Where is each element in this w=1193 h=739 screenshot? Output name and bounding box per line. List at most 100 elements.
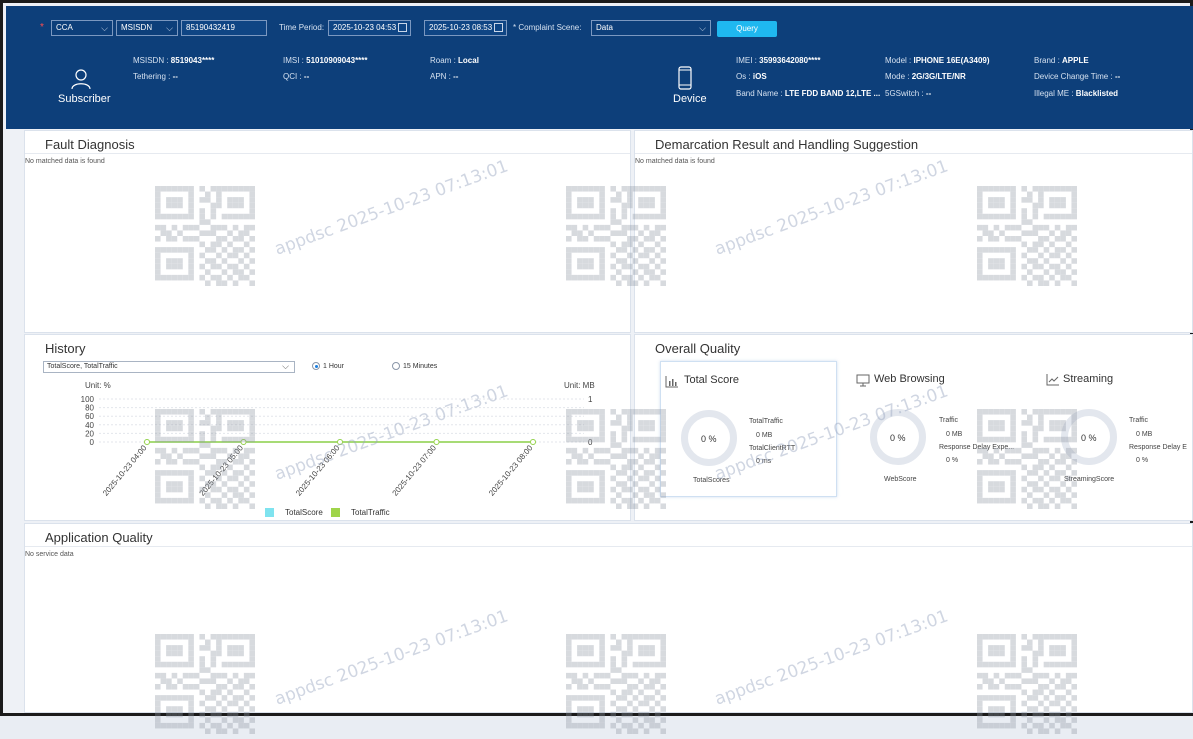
panel-title: Overall Quality xyxy=(655,341,741,356)
field-key: Brand xyxy=(1034,56,1056,65)
user-icon xyxy=(71,69,91,90)
metric-label: Response Delay E xyxy=(1129,444,1187,451)
card-title: Total Score xyxy=(684,374,740,386)
id-type-select[interactable]: MSISDN ⌵ xyxy=(116,20,178,36)
imsi-field: IMSI : 51010909043**** xyxy=(283,56,368,65)
qr-watermark xyxy=(155,409,255,509)
imei-field: IMEI : 35993642080**** xyxy=(736,56,821,65)
field-value: 2G/3G/LTE/NR xyxy=(911,72,966,81)
field-key: QCI xyxy=(283,72,298,81)
calendar-icon[interactable] xyxy=(398,23,407,32)
empty-message: No service data xyxy=(25,551,74,558)
legend-label: TotalScore xyxy=(285,508,323,517)
radio-dot-selected xyxy=(312,362,320,370)
query-header: * CCA ⌵ MSISDN ⌵ 85190432419 Time Period… xyxy=(6,6,1193,129)
y2-tick-label: 1 xyxy=(588,395,593,404)
field-key: Mode xyxy=(885,72,906,81)
radio-label: 1 Hour xyxy=(323,362,345,370)
metric-value: 0 MB xyxy=(756,432,773,439)
field-key: MSISDN xyxy=(133,56,165,65)
calendar-icon[interactable] xyxy=(494,23,503,32)
qr-watermark xyxy=(566,634,666,734)
empty-message: No matched data is found xyxy=(635,158,715,165)
legend-swatch xyxy=(265,508,274,517)
field-key: Os xyxy=(736,72,747,81)
qr-watermark xyxy=(155,634,255,734)
score-ring-value: 0 % xyxy=(1081,433,1097,443)
metric-label: Traffic xyxy=(1129,417,1149,424)
metric-label: Traffic xyxy=(939,417,959,424)
id-type-select-value: MSISDN xyxy=(121,23,153,32)
qr-watermark xyxy=(977,409,1077,509)
metric-label: TotalTraffic xyxy=(749,418,783,425)
field-value: -- xyxy=(172,72,178,81)
roam-field: Roam : Local xyxy=(430,56,479,65)
qr-watermark xyxy=(566,409,666,509)
apn-field: APN : -- xyxy=(430,72,459,81)
x-tick-label: 2025-10-23 04:00 xyxy=(101,443,149,498)
score-label: WebScore xyxy=(884,476,917,483)
panel-title: Application Quality xyxy=(45,530,153,545)
field-value: Blacklisted xyxy=(1075,89,1119,98)
complaint-scene-value: Data xyxy=(596,23,613,32)
field-key: Model xyxy=(885,56,907,65)
chevron-down-icon: ⌵ xyxy=(699,23,706,33)
field-value: 8519043**** xyxy=(170,56,215,65)
chevron-down-icon: ⌵ xyxy=(282,361,289,371)
start-time-input[interactable]: 2025-10-23 04:53 xyxy=(328,20,411,36)
msisdn-input[interactable]: 85190432419 xyxy=(181,20,267,36)
time-period-label: Time Period: xyxy=(279,23,325,32)
qr-watermark xyxy=(566,186,666,286)
radio-15-minutes[interactable]: 15 Minutes xyxy=(392,362,437,370)
y-tick-label: 0 xyxy=(90,438,95,447)
bar-chart-icon xyxy=(665,376,678,388)
panel-title: Demarcation Result and Handling Suggesti… xyxy=(655,137,919,152)
end-time-input[interactable]: 2025-10-23 08:53 xyxy=(424,20,507,36)
region-select-value: CCA xyxy=(56,23,73,32)
field-key: Roam xyxy=(430,56,452,65)
metric-value: 0 MB xyxy=(1136,431,1153,438)
chevron-down-icon: ⌵ xyxy=(101,23,108,33)
radio-dot xyxy=(392,362,400,370)
mode-field: Mode : 2G/3G/LTE/NR xyxy=(885,72,966,81)
end-time-value: 2025-10-23 08:53 xyxy=(429,23,493,32)
field-key: Illegal ME xyxy=(1034,89,1070,98)
field-value: LTE FDD BAND 12,LTE ... xyxy=(784,89,881,98)
complaint-scene-select[interactable]: Data ⌵ xyxy=(591,20,711,36)
qr-watermark xyxy=(155,186,255,286)
device-change-time-field: Device Change Time : -- xyxy=(1034,72,1121,81)
x-tick-label: 2025-10-23 08:00 xyxy=(487,443,535,498)
field-key: Device Change Time xyxy=(1034,72,1109,81)
divider xyxy=(635,153,1192,154)
radio-1-hour[interactable]: 1 Hour xyxy=(312,362,344,370)
field-value: iOS xyxy=(752,72,767,81)
msisdn-field: MSISDN : 8519043**** xyxy=(133,56,215,65)
model-field: Model : IPHONE 16E(A3409) xyxy=(885,56,990,65)
field-value: Local xyxy=(458,56,479,65)
field-value: -- xyxy=(1114,72,1121,81)
data-point xyxy=(530,439,536,445)
divider xyxy=(25,546,1192,547)
metric-value: 0 % xyxy=(946,457,959,464)
band-name-field: Band Name : LTE FDD BAND 12,LTE ... xyxy=(736,89,881,98)
field-value: -- xyxy=(453,72,459,81)
empty-message: No matched data is found xyxy=(25,158,105,165)
left-axis-unit: Unit: % xyxy=(85,381,111,390)
illegal-me-field: Illegal ME : Blacklisted xyxy=(1034,89,1119,98)
radio-label: 15 Minutes xyxy=(403,362,438,370)
start-time-value: 2025-10-23 04:53 xyxy=(333,23,397,32)
line-chart-icon xyxy=(1046,374,1059,386)
complaint-scene-label: * Complaint Scene: xyxy=(513,23,582,32)
query-button[interactable]: Query xyxy=(717,21,777,37)
legend-label: TotalTraffic xyxy=(351,508,390,517)
x-tick-label: 2025-10-23 07:00 xyxy=(391,443,439,498)
right-axis-unit: Unit: MB xyxy=(564,381,595,390)
field-key: Band Name xyxy=(736,89,779,98)
data-point xyxy=(144,439,150,445)
5g-switch-field: 5GSwitch : -- xyxy=(885,89,932,98)
field-value: IPHONE 16E(A3409) xyxy=(913,56,990,65)
region-select[interactable]: CCA ⌵ xyxy=(51,20,113,36)
field-key: IMEI xyxy=(736,56,753,65)
metric-select[interactable]: TotalScore, TotalTraffic ⌵ xyxy=(43,361,295,373)
metric-value: 0 MB xyxy=(946,431,963,438)
